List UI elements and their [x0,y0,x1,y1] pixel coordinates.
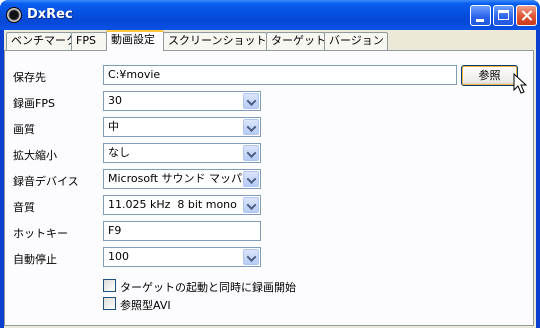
auto-stop-value: 100 [108,250,129,263]
scale-value: なし [108,146,130,159]
chevron-down-icon[interactable] [243,119,259,135]
audio-quality-label: 音質 [13,201,35,214]
minimize-button[interactable] [470,5,491,26]
app-window: DxRec ベンチマーク FPS 動画設定 スクリーンショット ターゲット バー… [0,0,540,328]
fps-label: 録画FPS [13,97,55,110]
fps-select[interactable]: 30 [103,91,261,111]
hotkey-input[interactable]: F9 [103,221,261,241]
scale-label: 拡大縮小 [13,149,57,162]
client-area: ベンチマーク FPS 動画設定 スクリーンショット ターゲット バージョン 保存… [4,30,536,328]
tab-bar: ベンチマーク FPS 動画設定 スクリーンショット ターゲット バージョン [4,30,536,51]
save-path-label: 保存先 [13,71,46,84]
tab-version[interactable]: バージョン [324,32,388,50]
close-button[interactable] [516,5,537,26]
quality-select[interactable]: 中 [103,117,261,137]
quality-value: 中 [108,120,119,133]
reference-avi-checkbox[interactable] [103,297,116,310]
auto-stop-select[interactable]: 100 [103,247,261,267]
window-border [536,30,540,328]
audio-device-select[interactable]: Microsoft サウンド マッパー [103,169,261,189]
tab-benchmark[interactable]: ベンチマーク [6,32,77,50]
fps-value: 30 [108,94,122,107]
chevron-down-icon[interactable] [243,197,259,213]
maximize-button[interactable] [493,5,514,26]
scale-select[interactable]: なし [103,143,261,163]
sync-target-checkbox-label[interactable]: ターゲットの起動と同時に録画開始 [120,279,296,295]
sync-target-checkbox[interactable] [103,279,116,292]
reference-avi-checkbox-label[interactable]: 参照型AVI [120,297,171,313]
chevron-down-icon[interactable] [243,171,259,187]
mouse-pointer-icon [513,73,527,94]
film-reel-icon[interactable] [6,7,22,23]
tab-target[interactable]: ターゲット [266,32,326,50]
tab-screenshot[interactable]: スクリーンショット [163,32,267,50]
audio-quality-value: 11.025 kHz 8 bit mono [108,198,237,211]
quality-label: 画質 [13,123,35,136]
title-bar[interactable]: DxRec [0,0,540,30]
window-title: DxRec [27,7,73,22]
audio-device-label: 録音デバイス [13,175,79,188]
browse-button[interactable]: 参照 [461,65,518,86]
chevron-down-icon[interactable] [243,145,259,161]
tab-video-settings[interactable]: 動画設定 [106,30,164,51]
audio-device-value: Microsoft サウンド マッパー [108,172,254,185]
settings-panel: 保存先 C:¥movie 参照 録画FPS 30 画質 中 拡大縮小 なし 録音… [4,50,534,326]
save-path-input[interactable]: C:¥movie [103,65,457,85]
tab-fps[interactable]: FPS [71,32,107,50]
chevron-down-icon[interactable] [243,249,259,265]
audio-quality-select[interactable]: 11.025 kHz 8 bit mono [103,195,261,215]
hotkey-label: ホットキー [13,227,68,240]
auto-stop-label: 自動停止 [13,253,57,266]
chevron-down-icon[interactable] [243,93,259,109]
